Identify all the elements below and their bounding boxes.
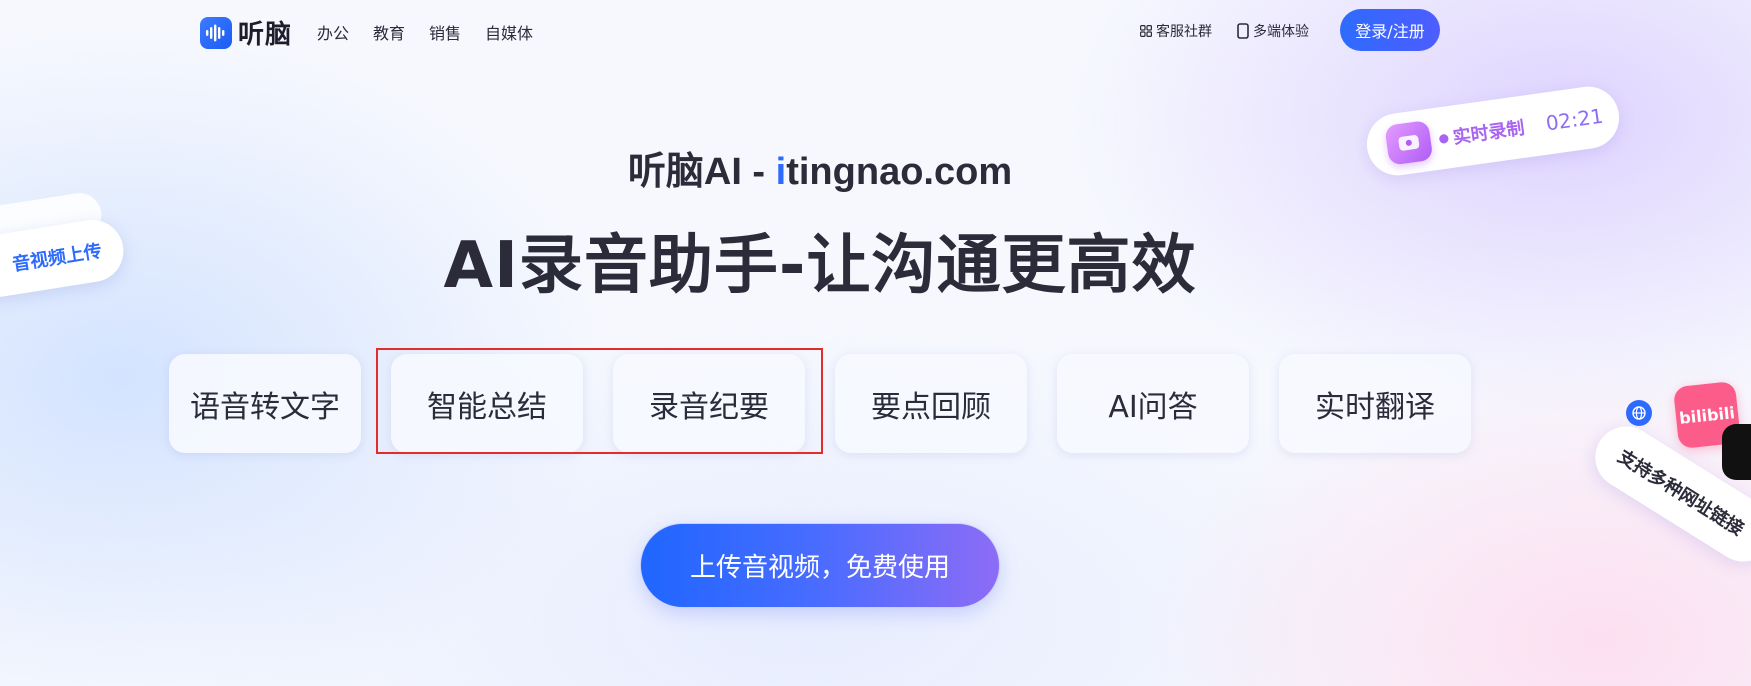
tiktok-icon (1722, 424, 1751, 480)
multi-device-link[interactable]: 多端体验 (1237, 21, 1309, 41)
nav-item-self-media[interactable]: 自媒体 (485, 20, 533, 44)
feature-key-points-review[interactable]: 要点回顾 (835, 354, 1027, 453)
realtime-record-label: 实时录制 (1451, 117, 1526, 149)
record-dot-icon: ● (1437, 130, 1450, 146)
feature-realtime-translation[interactable]: 实时翻译 (1279, 354, 1471, 453)
nav-item-education[interactable]: 教育 (373, 20, 405, 44)
site-title-prefix: 听脑AI - (627, 151, 776, 193)
upload-free-use-button[interactable]: 上传音视频，免费使用 (640, 523, 1000, 608)
community-label: 客服社群 (1156, 24, 1212, 40)
record-camera-icon (1384, 119, 1434, 166)
logo-text: 听脑 (238, 20, 293, 50)
hero-headline: AI录音助手-让沟通更高效 (443, 229, 1197, 303)
nav-item-sales[interactable]: 销售 (429, 20, 461, 44)
top-nav-bar: 听脑 办公 教育 销售 自媒体 客服社群 多端体验 登录/注册 (0, 0, 1751, 60)
phone-icon (1237, 23, 1249, 39)
feature-recording-minutes[interactable]: 录音纪要 (613, 354, 805, 453)
customer-community-link[interactable]: 客服社群 (1140, 21, 1212, 41)
logo-waveform-icon (200, 16, 232, 49)
logo[interactable]: 听脑 (200, 14, 292, 51)
feature-speech-to-text[interactable]: 语音转文字 (169, 354, 361, 453)
site-title-accent: i (775, 151, 787, 193)
upload-floating-label: 音视频上传 (10, 240, 104, 276)
site-title-domain: tingnao.com (786, 151, 1013, 193)
login-register-button[interactable]: 登录/注册 (1340, 9, 1440, 51)
bilibili-logo-text: bilibili (1678, 402, 1736, 428)
feature-smart-summary[interactable]: 智能总结 (391, 354, 583, 453)
multi-device-label: 多端体验 (1253, 24, 1309, 40)
grid-icon (1140, 25, 1152, 37)
globe-icon (1626, 400, 1652, 426)
record-timer: 02:21 (1544, 103, 1605, 136)
main-nav: 办公 教育 销售 自媒体 (317, 20, 557, 44)
feature-ai-qa[interactable]: AI问答 (1057, 354, 1249, 453)
nav-item-office[interactable]: 办公 (317, 20, 349, 44)
